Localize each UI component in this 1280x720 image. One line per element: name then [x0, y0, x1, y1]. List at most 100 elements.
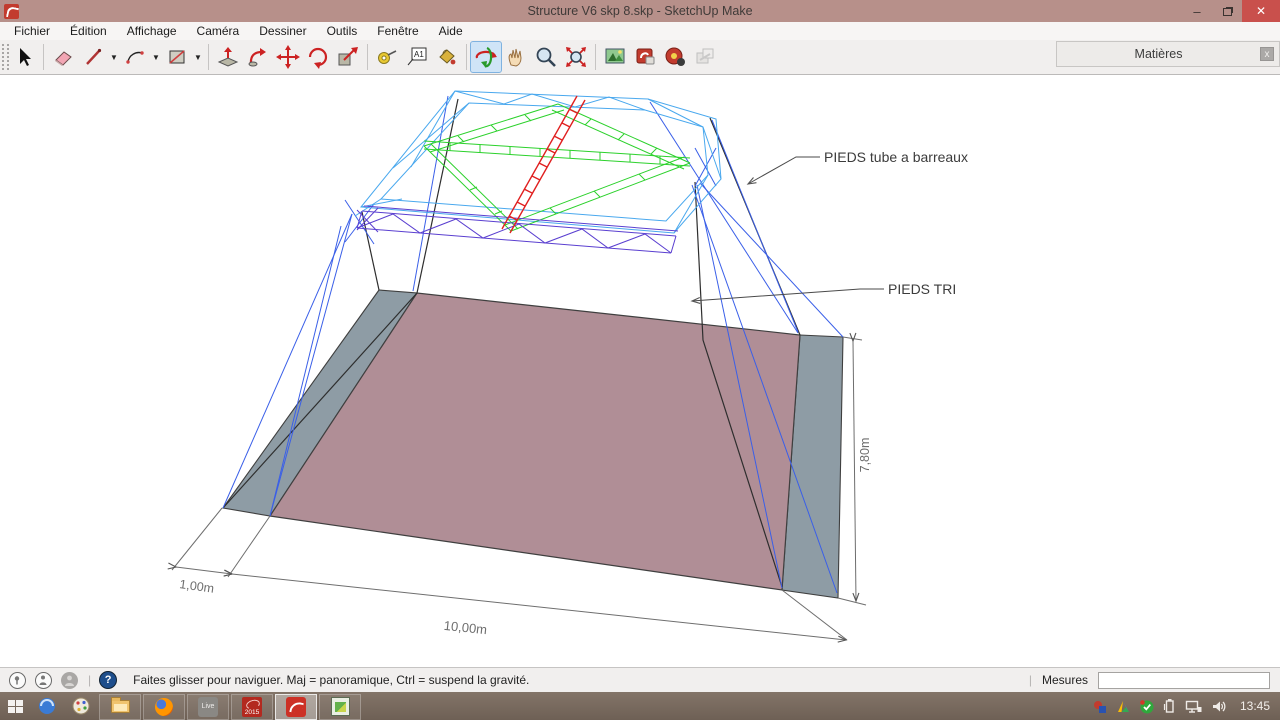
paint-bucket-tool-button[interactable] — [432, 42, 462, 72]
select-tool-button[interactable] — [9, 42, 39, 72]
windows-logo-icon — [7, 699, 23, 713]
arc-tool-dropdown[interactable]: ▼ — [150, 53, 162, 62]
measures-label: Mesures — [1041, 673, 1088, 687]
arc-tool-button[interactable] — [120, 42, 150, 72]
taskbar-app-firefox[interactable] — [143, 693, 185, 720]
usb-device-icon[interactable] — [1163, 698, 1176, 714]
annotation-pieds-tube: PIEDS tube a barreaux — [824, 149, 968, 165]
palette-icon — [72, 697, 90, 715]
window-title: Structure V6 skp 8.skp - SketchUp Make — [527, 4, 753, 18]
dim-offset-label: 1,00m — [179, 577, 215, 596]
menu-fenetre[interactable]: Fenêtre — [367, 22, 428, 40]
rotate-icon — [308, 47, 328, 69]
toolbar-separator — [208, 44, 209, 70]
antivirus-icon[interactable] — [1139, 699, 1154, 714]
taskbar-clock[interactable]: 13:45 — [1240, 699, 1270, 713]
measures-separator: | — [1028, 673, 1032, 687]
volume-icon[interactable] — [1211, 699, 1227, 714]
get-models-button[interactable] — [600, 42, 630, 72]
taskbar-app-solidworks[interactable]: 2015 — [231, 693, 273, 720]
eraser-icon — [55, 51, 72, 66]
live-icon: Live — [198, 696, 218, 717]
eraser-tool-button[interactable] — [48, 42, 78, 72]
followme-icon — [248, 48, 266, 67]
help-icon[interactable]: ? — [99, 671, 118, 689]
toolbar-separator — [466, 44, 467, 70]
share-model-button[interactable] — [630, 42, 660, 72]
title-bar: Structure V6 skp 8.skp - SketchUp Make –… — [0, 0, 1280, 22]
tape-measure-icon — [378, 50, 397, 64]
taskbar-app-palette[interactable] — [64, 692, 98, 720]
menu-affichage[interactable]: Affichage — [117, 22, 187, 40]
warehouse-icon — [605, 48, 625, 64]
line-tool-dropdown[interactable]: ▼ — [108, 53, 120, 62]
model-canvas: 7,80m 1,00m 10,00m PIEDS tube a barreaux… — [167, 90, 968, 643]
status-separator: | — [88, 673, 92, 687]
pan-tool-button[interactable] — [501, 42, 531, 72]
scale-tool-button[interactable] — [333, 42, 363, 72]
toolbar-separator — [595, 44, 596, 70]
geolocation-icon[interactable] — [9, 671, 26, 689]
close-button[interactable]: ✕ — [1242, 0, 1280, 22]
pencil-icon — [86, 48, 102, 65]
menu-fichier[interactable]: Fichier — [4, 22, 60, 40]
materials-close-button[interactable]: x — [1260, 47, 1274, 61]
materials-panel-title: Matières — [1134, 47, 1183, 61]
menu-dessiner[interactable]: Dessiner — [249, 22, 316, 40]
followme-tool-button[interactable] — [243, 42, 273, 72]
minimize-button[interactable]: – — [1182, 0, 1212, 22]
tape-measure-tool-button[interactable] — [372, 42, 402, 72]
start-button[interactable] — [0, 692, 30, 720]
green-app-icon — [330, 697, 350, 716]
zoom-extents-button[interactable] — [561, 42, 591, 72]
extension-warehouse-icon — [665, 47, 685, 66]
green-trusses — [423, 103, 691, 232]
toolbar-grip[interactable] — [2, 44, 9, 70]
orbit-icon — [475, 46, 497, 68]
taskbar-app-green[interactable] — [319, 693, 361, 720]
restore-button[interactable] — [1212, 0, 1242, 22]
toolbar-separator — [367, 44, 368, 70]
3d-viewport[interactable]: 7,80m 1,00m 10,00m PIEDS tube a barreaux… — [0, 75, 1280, 667]
measurements-input[interactable] — [1098, 671, 1270, 689]
send-to-layout-button[interactable] — [690, 42, 720, 72]
zoom-tool-button[interactable] — [531, 42, 561, 72]
status-hint: Faites glisser pour naviguer. Maj = pano… — [133, 673, 530, 687]
line-tool-button[interactable] — [78, 42, 108, 72]
menu-edition[interactable]: Édition — [60, 22, 117, 40]
zoom-icon — [536, 47, 556, 67]
menu-outils[interactable]: Outils — [317, 22, 368, 40]
scale-icon — [338, 47, 358, 66]
taskbar-app-blue[interactable] — [30, 692, 64, 720]
menu-aide[interactable]: Aide — [429, 22, 473, 40]
arc-icon — [126, 51, 144, 64]
credits-icon[interactable] — [35, 671, 52, 689]
tray-app-icon[interactable] — [1093, 699, 1107, 714]
menu-camera[interactable]: Caméra — [187, 22, 250, 40]
text-icon: A1 — [407, 47, 427, 66]
taskbar-app-explorer[interactable] — [99, 693, 141, 720]
layout-icon — [696, 48, 714, 64]
cyan-ring-truss — [354, 90, 722, 234]
taskbar-app-sketchup[interactable] — [275, 693, 317, 720]
text-tool-button[interactable]: A1 — [402, 42, 432, 72]
dim-height-label: 7,80m — [858, 438, 872, 473]
network-icon[interactable] — [1185, 699, 1202, 714]
move-icon — [276, 45, 300, 69]
firefox-icon — [155, 697, 173, 716]
folder-icon — [110, 697, 130, 713]
taskbar-app-live[interactable]: Live — [187, 693, 229, 720]
system-tray: 13:45 — [1093, 698, 1280, 714]
toolbar-separator — [43, 44, 44, 70]
sign-in-avatar-icon[interactable] — [61, 671, 78, 689]
extension-warehouse-button[interactable] — [660, 42, 690, 72]
rectangle-tool-dropdown[interactable]: ▼ — [192, 53, 204, 62]
rectangle-tool-button[interactable] — [162, 42, 192, 72]
orbit-tool-button[interactable] — [470, 41, 502, 73]
google-drive-icon[interactable] — [1116, 699, 1130, 714]
blue-swirl-icon — [39, 698, 55, 714]
menu-bar: Fichier Édition Affichage Caméra Dessine… — [0, 22, 1280, 40]
pushpull-tool-button[interactable] — [213, 42, 243, 72]
rotate-tool-button[interactable] — [303, 42, 333, 72]
move-tool-button[interactable] — [273, 42, 303, 72]
